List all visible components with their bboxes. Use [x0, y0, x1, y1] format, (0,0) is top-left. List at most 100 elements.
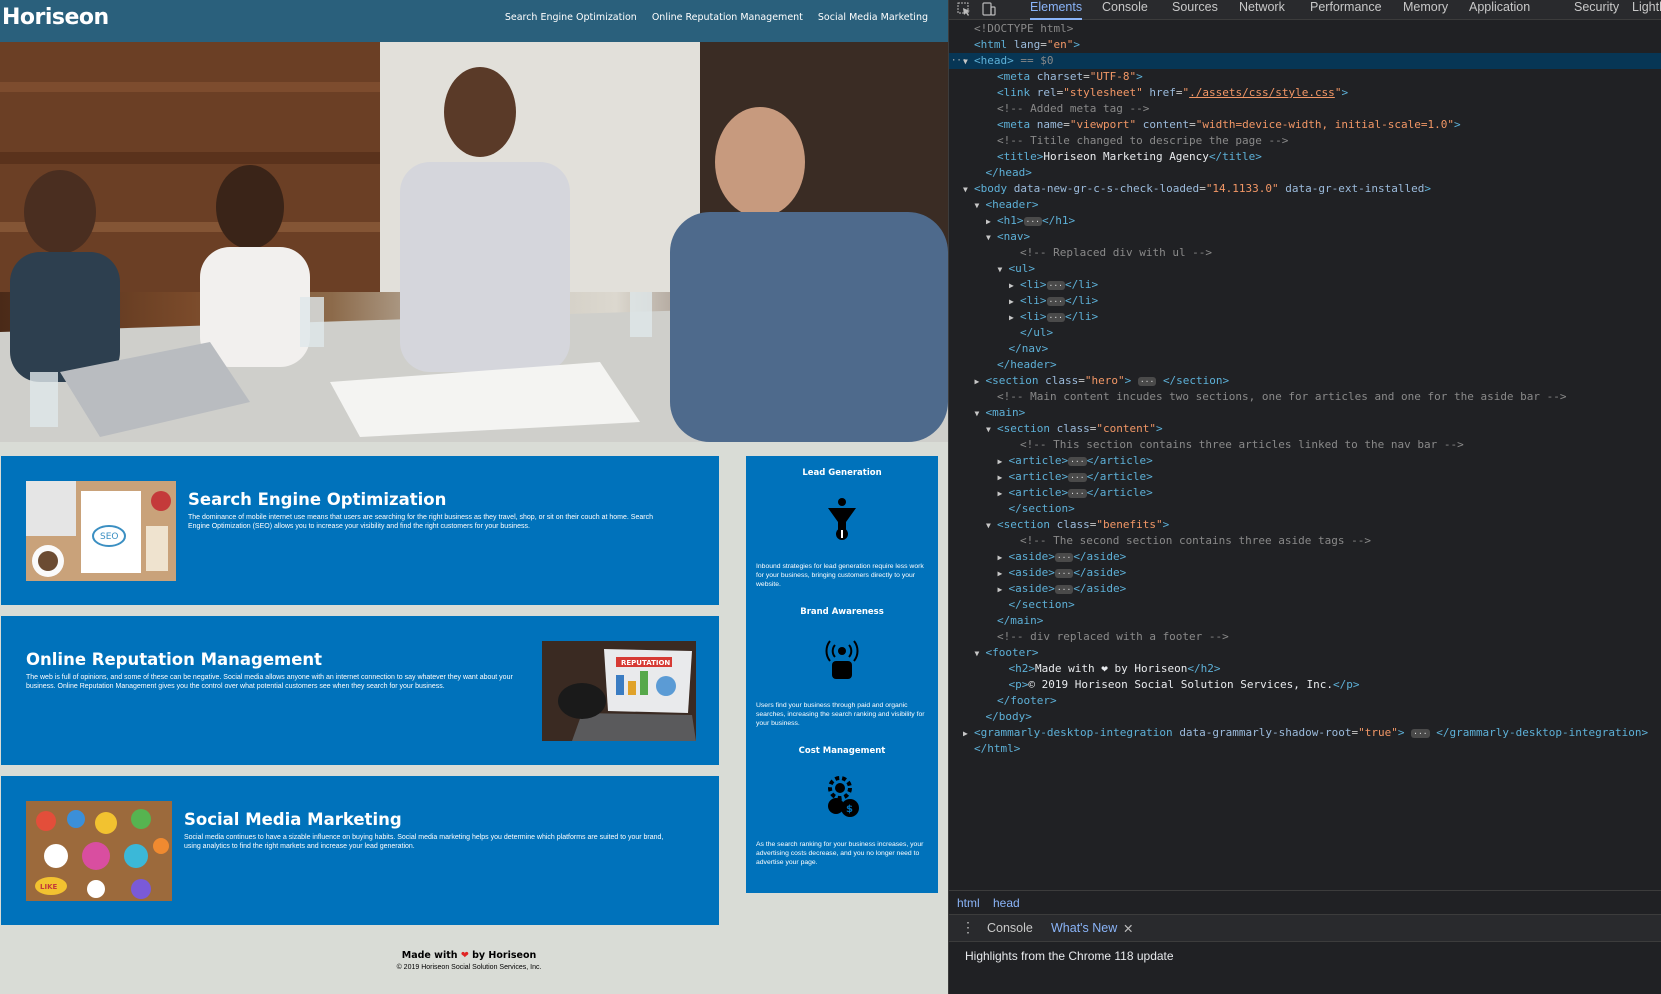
- benefit-title: Lead Generation: [802, 468, 882, 478]
- dom-node-markup: <meta charset="UTF-8">: [997, 70, 1143, 83]
- site-nav: Search Engine Optimization Online Reputa…: [505, 12, 928, 23]
- devtools-tab-bar: Elements Console Sources Network Perform…: [949, 0, 1661, 20]
- footer-copyright: © 2019 Horiseon Social Solution Services…: [396, 964, 542, 971]
- expand-triangle-icon[interactable]: ▶: [998, 486, 1009, 502]
- tab-elements[interactable]: Elements: [1030, 0, 1083, 20]
- collapse-triangle-icon[interactable]: ▼: [975, 646, 986, 662]
- website-viewport: Horiseon Search Engine Optimization Onli…: [0, 0, 948, 994]
- collapse-triangle-icon[interactable]: ▼: [963, 182, 974, 198]
- svg-text:$: $: [846, 804, 853, 815]
- expand-triangle-icon[interactable]: ▶: [998, 550, 1009, 566]
- node-actions-icon[interactable]: ···: [951, 53, 967, 69]
- tab-memory[interactable]: Memory: [1403, 0, 1448, 15]
- article-reputation: Online Reputation Management The web is …: [1, 616, 719, 765]
- social-media-image: LIKE: [26, 801, 172, 901]
- collapse-triangle-icon[interactable]: ▼: [998, 262, 1009, 278]
- whats-new-text: Highlights from the Chrome 118 update: [965, 949, 1174, 963]
- collapse-triangle-icon[interactable]: ▼: [975, 198, 986, 214]
- dom-node-markup: <footer>: [985, 646, 1039, 659]
- benefit-text: As the search ranking for your business …: [756, 841, 924, 866]
- dom-node-markup: <article> ··· </article>: [1008, 454, 1153, 467]
- drawer-menu-icon[interactable]: ⋮: [961, 919, 975, 936]
- dom-node-markup: <head> == $0: [974, 54, 1054, 67]
- inspect-element-icon[interactable]: [957, 2, 971, 16]
- footer-made-with: Made with: [401, 950, 458, 961]
- dom-node-markup: <!-- Titile changed to descripe the page…: [997, 134, 1289, 147]
- dom-node-markup: <aside> ··· </aside>: [1008, 550, 1127, 563]
- dom-node-markup: <section class="benefits">: [997, 518, 1170, 531]
- tab-sources[interactable]: Sources: [1172, 0, 1218, 15]
- expand-triangle-icon[interactable]: ▶: [975, 374, 986, 390]
- expand-triangle-icon[interactable]: ▶: [1009, 294, 1020, 310]
- dom-node-markup: </ul>: [1020, 326, 1054, 339]
- dom-node-markup: <section class="hero"> ··· </section>: [985, 374, 1230, 387]
- dom-node-markup: <aside> ··· </aside>: [1008, 566, 1127, 579]
- drawer-tab-console[interactable]: Console: [987, 921, 1033, 935]
- article-title: Online Reputation Management: [26, 650, 323, 669]
- dom-node-markup: </section>: [1008, 598, 1075, 611]
- whats-new-panel: Highlights from the Chrome 118 update: [949, 943, 1661, 994]
- tab-performance[interactable]: Performance: [1310, 0, 1382, 15]
- breadcrumb-head[interactable]: head: [993, 896, 1020, 910]
- dom-node-line[interactable]: ▼ <head> == $0 ···: [949, 53, 1661, 69]
- drawer-tab-bar: ⋮ Console What's New ✕: [949, 914, 1661, 942]
- benefit-title: Cost Management: [798, 746, 886, 756]
- benefit-cost-management: Cost Management $ As the search ranking …: [746, 746, 938, 866]
- nav-link-seo[interactable]: Search Engine Optimization: [505, 12, 637, 23]
- site-footer: Made with ❤ by Horiseon © 2019 Horiseon …: [0, 950, 938, 971]
- dom-node-markup: <link rel="stylesheet" href="./assets/cs…: [997, 86, 1349, 99]
- dom-node-markup: <title>Horiseon Marketing Agency</title>: [997, 150, 1262, 163]
- breadcrumb-html[interactable]: html: [957, 896, 980, 910]
- dom-node-markup: <p>© 2019 Horiseon Social Solution Servi…: [1008, 678, 1360, 691]
- expand-triangle-icon[interactable]: ▶: [998, 454, 1009, 470]
- site-logo[interactable]: Horiseon: [2, 5, 109, 30]
- benefits-sidebar: Lead Generation Inbound strategies for l…: [746, 456, 938, 893]
- article-title: Social Media Marketing: [184, 810, 402, 829]
- tab-console[interactable]: Console: [1102, 0, 1148, 15]
- heart-icon: ❤: [460, 950, 469, 961]
- dom-node-markup: <li> ··· </li>: [1020, 278, 1099, 291]
- devtools-panel: Elements Console Sources Network Perform…: [948, 0, 1661, 994]
- svg-text:REPUTATION: REPUTATION: [621, 659, 670, 667]
- dom-tree[interactable]: <!DOCTYPE html> <html lang="en"> ▼ <head> =…: [949, 22, 1661, 890]
- collapse-triangle-icon[interactable]: ▼: [986, 230, 997, 246]
- tab-network[interactable]: Network: [1239, 0, 1285, 15]
- dom-node-markup: </section>: [1008, 502, 1075, 515]
- drawer-tab-whats-new[interactable]: What's New: [1051, 921, 1117, 935]
- dom-node-markup: <main>: [985, 406, 1026, 419]
- expand-triangle-icon[interactable]: ▶: [1009, 310, 1020, 326]
- dom-node-markup: <aside> ··· </aside>: [1008, 582, 1127, 595]
- benefit-brand-awareness: Brand Awareness Users find your business…: [746, 607, 938, 727]
- dom-node-markup: <li> ··· </li>: [1020, 294, 1099, 307]
- expand-triangle-icon[interactable]: ▶: [963, 726, 974, 742]
- tab-application[interactable]: Application: [1469, 0, 1530, 15]
- collapse-triangle-icon[interactable]: ▼: [986, 518, 997, 534]
- gear-dollar-icon: $: [822, 774, 862, 820]
- expand-triangle-icon[interactable]: ▶: [998, 582, 1009, 598]
- tab-lighthouse[interactable]: Lighth: [1632, 0, 1661, 15]
- collapse-triangle-icon[interactable]: ▼: [975, 406, 986, 422]
- expand-triangle-icon[interactable]: ▶: [986, 214, 997, 230]
- breadcrumb: html head: [949, 890, 1661, 914]
- tab-security[interactable]: Security: [1574, 0, 1619, 15]
- nav-link-social-media[interactable]: Social Media Marketing: [818, 12, 928, 23]
- expand-triangle-icon[interactable]: ▶: [998, 566, 1009, 582]
- dom-node-markup: <article> ··· </article>: [1008, 470, 1153, 483]
- collapse-triangle-icon[interactable]: ▼: [986, 422, 997, 438]
- seo-image: SEO: [26, 481, 176, 581]
- footer-by-horiseon: by Horiseon: [472, 950, 537, 961]
- hero-photo: [0, 42, 948, 442]
- dom-node-markup: <body data-new-gr-c-s-check-loaded="14.1…: [974, 182, 1431, 195]
- nav-link-reputation[interactable]: Online Reputation Management: [652, 12, 803, 23]
- dom-node-markup: <!-- The second section contains three a…: [1020, 534, 1371, 547]
- expand-triangle-icon[interactable]: ▶: [998, 470, 1009, 486]
- device-toolbar-icon[interactable]: [982, 2, 996, 16]
- article-text: The web is full of opinions, and some of…: [26, 674, 513, 690]
- dom-node-markup: <grammarly-desktop-integration data-gram…: [974, 726, 1649, 739]
- close-icon[interactable]: ✕: [1123, 921, 1133, 936]
- expand-triangle-icon[interactable]: ▶: [1009, 278, 1020, 294]
- article-text: The dominance of mobile internet use mea…: [188, 514, 653, 530]
- dom-node-markup: <li> ··· </li>: [1020, 310, 1099, 323]
- dom-node-markup: </body>: [985, 710, 1032, 723]
- dom-node-markup: <!-- Main content incudes two sections, …: [997, 390, 1567, 403]
